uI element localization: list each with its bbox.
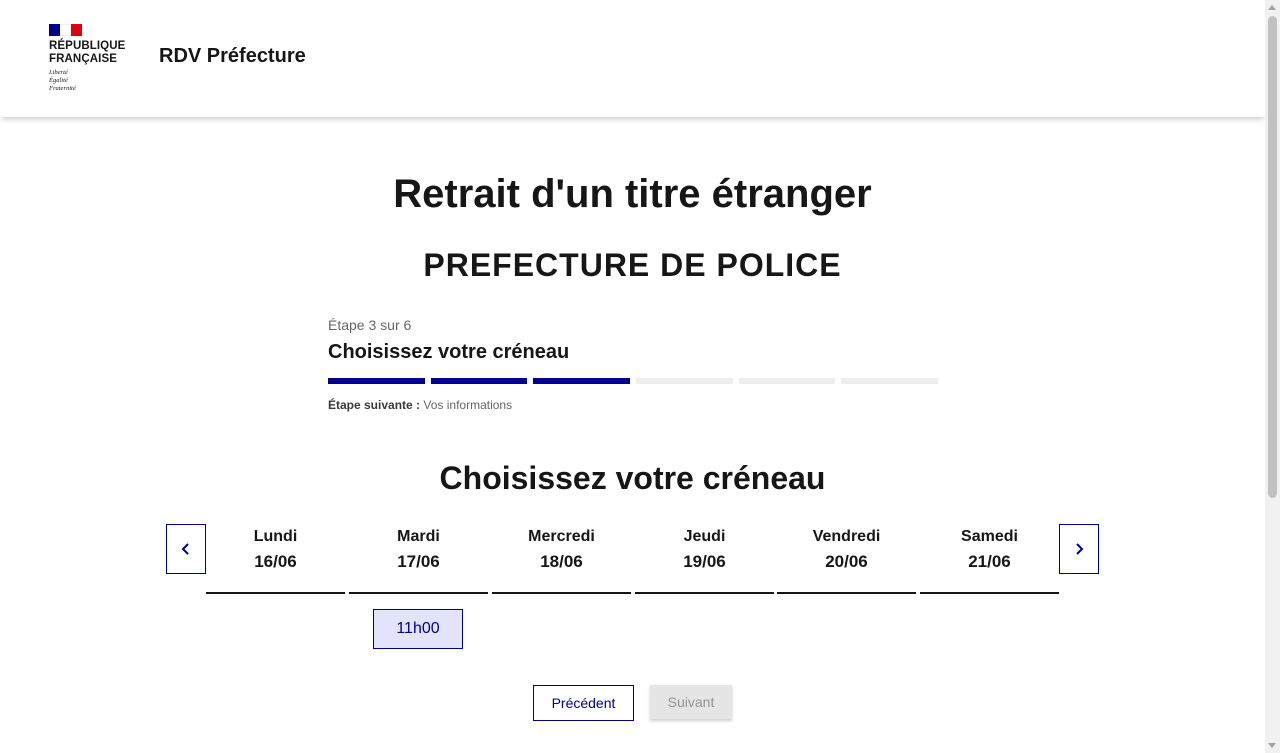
step-bar-4 (636, 378, 733, 384)
day-date: 16/06 (254, 552, 297, 571)
scroll-thumb[interactable] (1268, 16, 1277, 498)
chevron-left-icon (181, 543, 189, 555)
step-title: Choisissez votre créneau (328, 341, 570, 363)
organization-title: PREFECTURE DE POLICE (423, 247, 842, 283)
day-date: 18/06 (540, 552, 583, 571)
logo-motto: Liberté Égalité Fraternité (49, 69, 76, 92)
step-progress-bar (328, 378, 939, 384)
stepper: Étape 3 sur 6 Choisissez votre créneau É… (328, 317, 939, 412)
day-column-lundi: Lundi 16/06 (206, 524, 345, 594)
next-step-label: Étape suivante : (328, 398, 421, 412)
step-bar-3 (533, 378, 631, 384)
step-bar-6 (841, 378, 939, 384)
day-name: Mercredi (528, 528, 595, 545)
day-name: Vendredi (812, 528, 881, 545)
step-bar-5 (738, 378, 836, 384)
step-bar-2 (430, 378, 528, 384)
service-name-link[interactable]: RDV Préfecture (159, 45, 306, 68)
next-step-info: Étape suivante : Vos informations (328, 398, 938, 412)
day-name: Mardi (397, 528, 440, 545)
site-header: RÉPUBLIQUE FRANÇAISE Liberté Égalité Fra… (0, 0, 1265, 117)
previous-week-button[interactable] (166, 524, 206, 574)
day-column-samedi: Samedi 21/06 (920, 524, 1059, 594)
chevron-right-icon (1076, 543, 1084, 555)
day-name: Lundi (253, 528, 298, 545)
next-button-disabled[interactable]: Suivant (650, 685, 732, 719)
scroll-up-icon[interactable] (1268, 5, 1276, 10)
next-week-button[interactable] (1059, 524, 1099, 574)
day-column-mercredi: Mercredi 18/06 (492, 524, 631, 594)
day-date: 17/06 (397, 552, 440, 571)
day-date: 19/06 (683, 552, 726, 571)
day-name: Jeudi (683, 528, 726, 545)
day-column-jeudi: Jeudi 19/06 (635, 524, 774, 594)
day-column-mardi: Mardi 17/06 (349, 524, 488, 594)
day-date: 21/06 (968, 552, 1011, 571)
page-title: Retrait d'un titre étranger (393, 172, 872, 216)
step-bar-1 (328, 378, 425, 384)
day-date: 20/06 (825, 552, 868, 571)
marianne-flag-icon (49, 24, 82, 36)
logo-title: RÉPUBLIQUE FRANÇAISE (49, 40, 126, 65)
slot-section-title: Choisissez votre créneau (439, 460, 826, 496)
previous-button[interactable]: Précédent (533, 685, 634, 721)
page-scrollbar[interactable] (1265, 0, 1280, 753)
next-step-value: Vos informations (423, 398, 513, 412)
day-column-vendredi: Vendredi 20/06 (777, 524, 916, 594)
republique-francaise-logo[interactable]: RÉPUBLIQUE FRANÇAISE Liberté Égalité Fra… (49, 24, 139, 93)
day-name: Samedi (961, 528, 1018, 545)
step-count: Étape 3 sur 6 (328, 317, 412, 333)
time-slot-button[interactable]: 11h00 (373, 609, 463, 649)
scroll-down-icon[interactable] (1268, 743, 1276, 748)
